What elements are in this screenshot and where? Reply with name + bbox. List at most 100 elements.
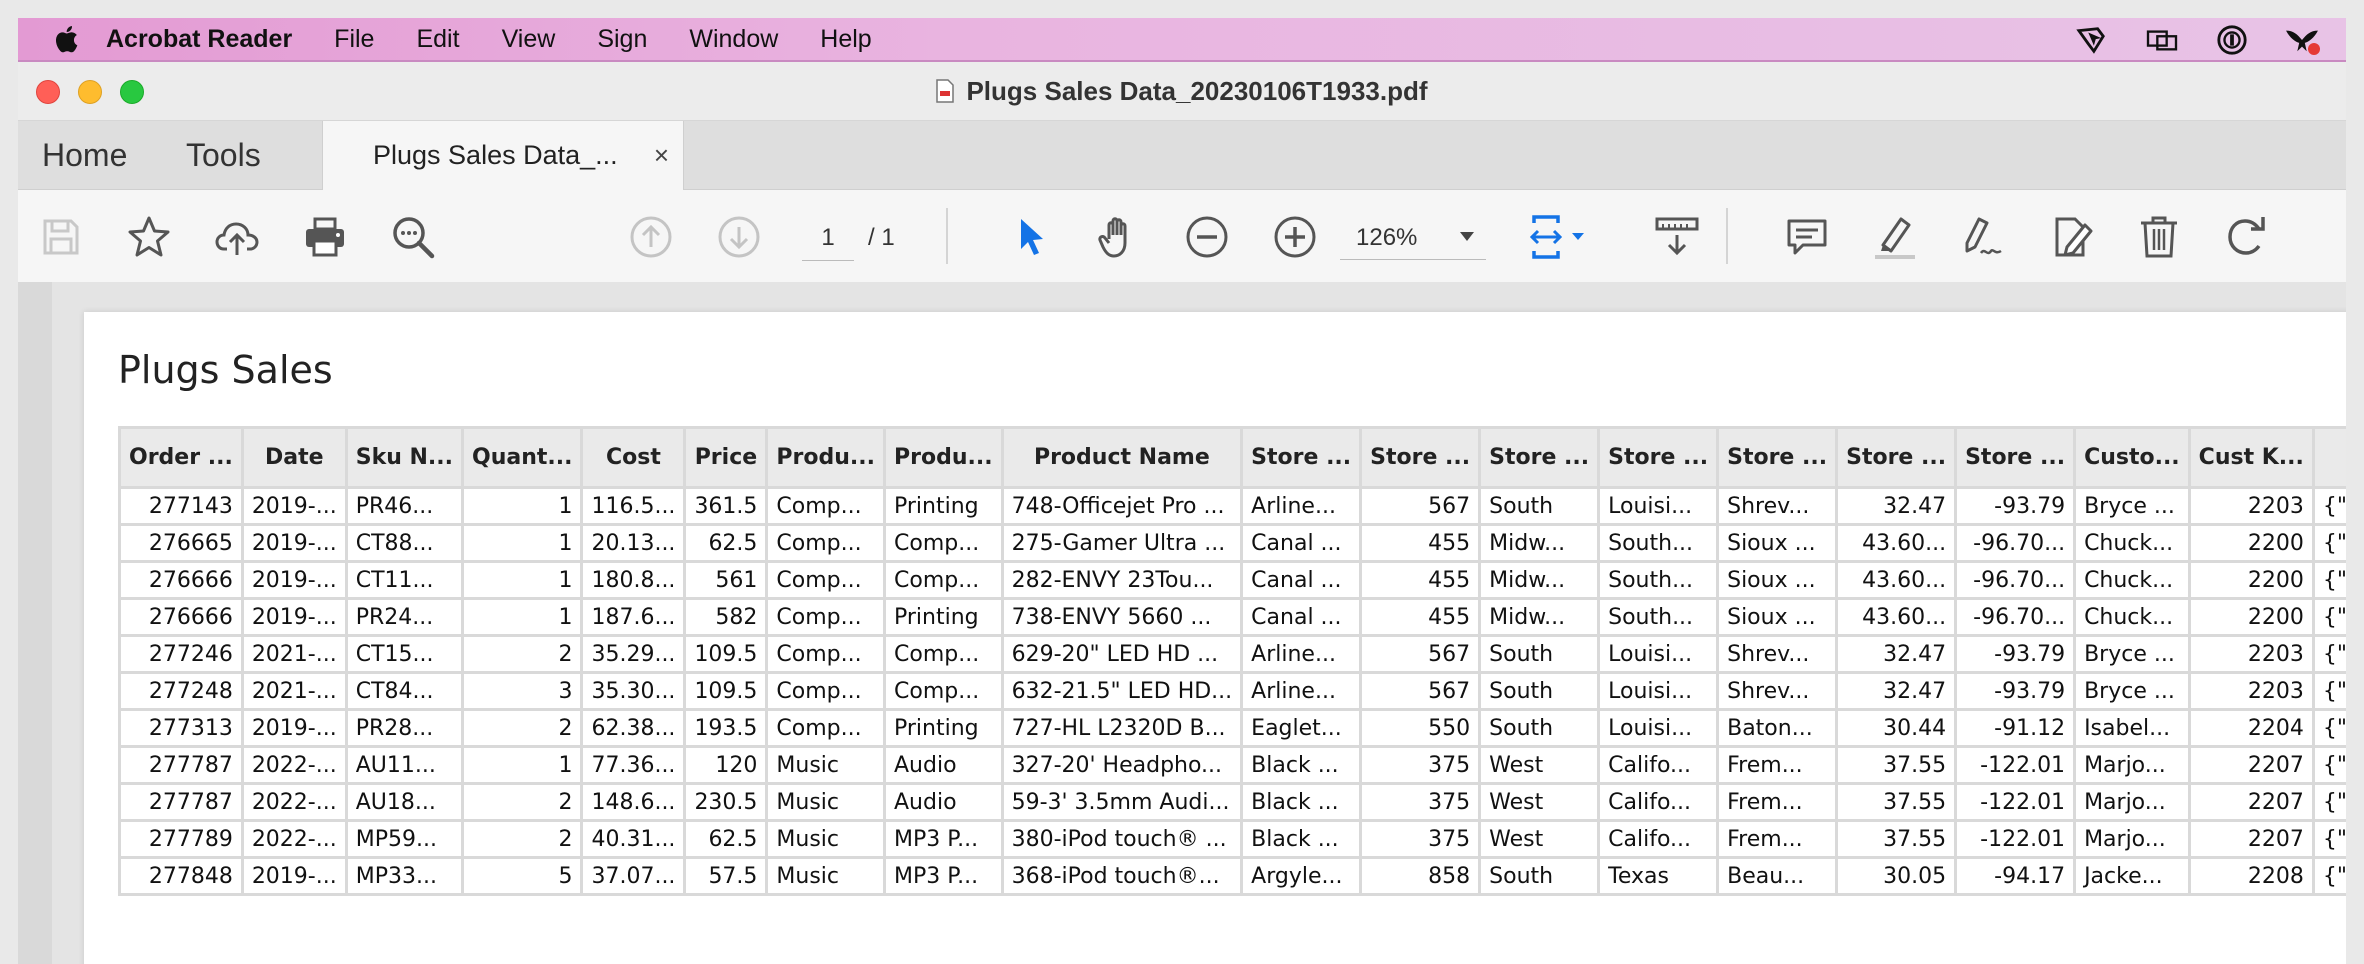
table-cell: CT11... (344, 560, 465, 600)
table-cell: Califo... (1597, 782, 1720, 822)
shield-cursor-icon[interactable] (2072, 23, 2112, 57)
notification-dot (2308, 43, 2320, 55)
toolbar: 1 / 1 126% (18, 190, 2346, 283)
document-viewport[interactable]: Plugs Sales Order ... Date Sku N... Quant..… (18, 282, 2346, 964)
table-cell: Frem... (1716, 782, 1839, 822)
menu-window[interactable]: Window (689, 25, 778, 54)
tab-document[interactable]: Plugs Sales Data_... × (322, 121, 684, 190)
zoom-level-dropdown[interactable]: 126% (1340, 216, 1486, 260)
edit-pdf-icon[interactable] (2046, 212, 2096, 262)
table-cell: 62.38... (580, 708, 687, 748)
table-cell: 2022-... (240, 819, 348, 859)
password-icon[interactable] (2212, 23, 2252, 57)
table-cell: 567 (1359, 671, 1482, 711)
fit-width-icon[interactable] (1528, 212, 1598, 262)
menu-edit[interactable]: Edit (416, 25, 459, 54)
table-cell: 109.5 (683, 671, 769, 711)
table-cell: 187.6... (580, 597, 687, 637)
table-cell: CT15... (344, 634, 465, 674)
table-cell: Bryce ... (2073, 634, 2191, 674)
table-cell: 77.36... (580, 745, 687, 785)
bookmark-star-icon[interactable] (124, 212, 174, 262)
table-cell: 32.47 (1835, 486, 1958, 526)
table-cell: West (1478, 819, 1601, 859)
scroll-mode-icon[interactable] (1652, 212, 1702, 262)
tab-home[interactable]: Home (42, 121, 127, 189)
select-cursor-icon[interactable] (1006, 212, 1056, 262)
table-cell: Black ... (1240, 745, 1363, 785)
table-cell: {"AGE_GROUP":"3... (2311, 560, 2346, 600)
table-cell: -122.01 (1954, 782, 2077, 822)
table-cell: 1 (460, 560, 584, 600)
table-cell: 582 (683, 597, 769, 637)
table-cell: 368-iPod touch®... (1000, 856, 1244, 896)
table-cell: Music (765, 856, 886, 896)
table-cell: Marjo... (2073, 782, 2191, 822)
menu-sign[interactable]: Sign (597, 25, 647, 54)
table-cell: 277787 (118, 782, 244, 822)
table-cell: 37.55 (1835, 819, 1958, 859)
table-cell: Shrev... (1716, 486, 1839, 526)
screens-icon[interactable] (2142, 23, 2182, 57)
table-row: 277246 2021-... CT15... 2 35.29... 109.5 Comp.… (118, 634, 2346, 674)
table-cell: 629-20" LED HD ... (1000, 634, 1244, 674)
delete-trash-icon[interactable] (2134, 212, 2184, 262)
save-icon[interactable] (36, 212, 86, 262)
table-cell: 20.13... (580, 523, 687, 563)
table-cell: 3 (460, 671, 584, 711)
comment-icon[interactable] (1782, 212, 1832, 262)
rotate-icon[interactable] (2222, 212, 2272, 262)
table-cell: South... (1597, 523, 1720, 563)
table-cell: South (1478, 856, 1601, 896)
menu-help[interactable]: Help (820, 25, 871, 54)
toolbar-divider (1726, 208, 1728, 264)
tab-tools[interactable]: Tools (186, 121, 261, 189)
menu-view[interactable]: View (502, 25, 556, 54)
upload-cloud-icon[interactable] (212, 212, 262, 262)
table-cell: 375 (1359, 745, 1482, 785)
table-cell: 116.5... (580, 486, 687, 526)
close-tab-icon[interactable]: × (654, 140, 669, 171)
table-cell: 2 (460, 634, 584, 674)
bird-icon[interactable] (2282, 23, 2322, 57)
column-header: Date (240, 426, 348, 489)
table-cell: 361.5 (683, 486, 769, 526)
table-cell: Canal ... (1240, 523, 1363, 563)
table-cell: 32.47 (1835, 634, 1958, 674)
table-cell: PR24... (344, 597, 465, 637)
menu-app-name[interactable]: Acrobat Reader (106, 25, 292, 54)
table-cell: Frem... (1716, 745, 1839, 785)
column-header: Custo... (2073, 426, 2191, 489)
print-icon[interactable] (300, 212, 350, 262)
zoom-out-icon[interactable] (1182, 212, 1232, 262)
sales-table: Order ... Date Sku N... Quant... Cost Price Pr… (118, 426, 2346, 896)
hand-tool-icon[interactable] (1094, 212, 1144, 262)
table-cell: 148.6... (580, 782, 687, 822)
table-cell: -91.12 (1954, 708, 2077, 748)
menu-file[interactable]: File (334, 25, 374, 54)
table-row: 277143 2019-... PR46... 1 116.5... 361.5 Comp.… (118, 486, 2346, 526)
apple-logo-icon[interactable] (50, 23, 80, 55)
table-cell: 282-ENVY 23Tou... (1000, 560, 1244, 600)
fill-sign-icon[interactable] (1958, 212, 2008, 262)
table-cell: Louisi... (1597, 486, 1720, 526)
zoom-in-icon[interactable] (1270, 212, 1320, 262)
table-cell: South... (1597, 560, 1720, 600)
page-number-input[interactable]: 1 (802, 216, 854, 261)
table-cell: 2 (460, 708, 584, 748)
table-cell: Music (765, 819, 886, 859)
column-header: Store ... (1359, 426, 1482, 489)
highlight-icon[interactable] (1870, 212, 1920, 262)
table-cell: Comp... (765, 671, 886, 711)
table-row: 277848 2019-... MP33... 5 37.07... 57.5 Music M… (118, 856, 2346, 896)
table-cell: Midw... (1478, 560, 1601, 600)
search-zoom-icon[interactable] (388, 212, 438, 262)
next-page-icon[interactable] (714, 212, 764, 262)
column-header: Sku N... (344, 426, 465, 489)
table-cell: 2019-... (240, 486, 348, 526)
table-cell: Arline... (1240, 634, 1363, 674)
table-cell: Canal ... (1240, 597, 1363, 637)
table-cell: 275-Gamer Ultra ... (1000, 523, 1244, 563)
previous-page-icon[interactable] (626, 212, 676, 262)
table-cell: Printing (883, 486, 1004, 526)
